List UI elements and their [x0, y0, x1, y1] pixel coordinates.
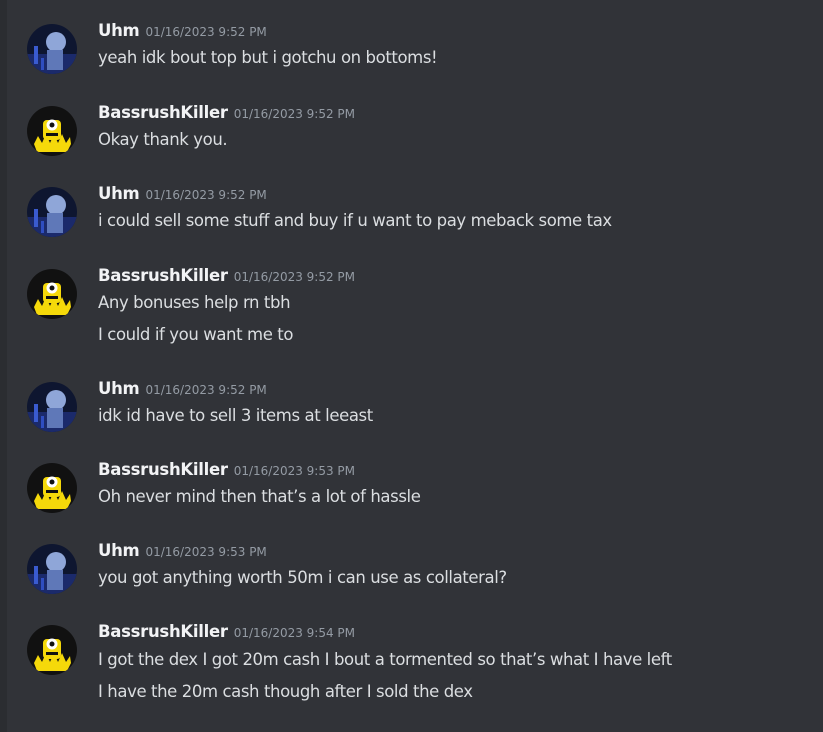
message-list[interactable]: Uhm 01/16/2023 9:52 PM yeah idk bout top …	[7, 0, 823, 732]
message-text: idk id have to sell 3 items at leeast	[98, 406, 373, 425]
user-avatar[interactable]	[27, 106, 77, 156]
user-avatar[interactable]	[27, 187, 77, 237]
message-text: yeah idk bout top but i gotchu on bottom…	[98, 48, 438, 67]
message-text: i could sell some stuff and buy if u wan…	[98, 211, 612, 230]
username[interactable]: BassrushKiller	[98, 460, 228, 479]
message-text: Okay thank you.	[98, 130, 228, 149]
message-header: BassrushKiller 01/16/2023 9:52 PM	[98, 102, 355, 125]
username[interactable]: Uhm	[98, 21, 140, 40]
timestamp[interactable]: 01/16/2023 9:53 PM	[234, 464, 355, 478]
timestamp[interactable]: 01/16/2023 9:53 PM	[145, 545, 266, 559]
username[interactable]: Uhm	[98, 184, 140, 203]
user-avatar[interactable]	[27, 24, 77, 74]
message-text: I could if you want me to	[98, 325, 294, 344]
message-header: Uhm 01/16/2023 9:53 PM	[98, 540, 267, 563]
username[interactable]: BassrushKiller	[98, 266, 228, 285]
message-header: Uhm 01/16/2023 9:52 PM	[98, 20, 267, 43]
message-text: I got the dex I got 20m cash I bout a to…	[98, 650, 672, 669]
message-header: Uhm 01/16/2023 9:52 PM	[98, 183, 267, 206]
timestamp[interactable]: 01/16/2023 9:52 PM	[145, 383, 266, 397]
user-avatar[interactable]	[27, 625, 77, 675]
timestamp[interactable]: 01/16/2023 9:54 PM	[234, 626, 355, 640]
user-avatar[interactable]	[27, 463, 77, 513]
user-avatar[interactable]	[27, 382, 77, 432]
message-header: BassrushKiller 01/16/2023 9:54 PM	[98, 621, 355, 644]
username[interactable]: BassrushKiller	[98, 103, 228, 122]
timestamp[interactable]: 01/16/2023 9:52 PM	[234, 270, 355, 284]
message-text: Oh never mind then that’s a lot of hassl…	[98, 487, 421, 506]
message-header: Uhm 01/16/2023 9:52 PM	[98, 378, 267, 401]
message-text: I have the 20m cash though after I sold …	[98, 682, 473, 701]
timestamp[interactable]: 01/16/2023 9:52 PM	[234, 107, 355, 121]
message-text: Any bonuses help rn tbh	[98, 293, 291, 312]
timestamp[interactable]: 01/16/2023 9:52 PM	[145, 188, 266, 202]
user-avatar[interactable]	[27, 544, 77, 594]
message-header: BassrushKiller 01/16/2023 9:53 PM	[98, 459, 355, 482]
username[interactable]: Uhm	[98, 379, 140, 398]
message-header: BassrushKiller 01/16/2023 9:52 PM	[98, 265, 355, 288]
user-avatar[interactable]	[27, 269, 77, 319]
username[interactable]: BassrushKiller	[98, 622, 228, 641]
timestamp[interactable]: 01/16/2023 9:52 PM	[145, 25, 266, 39]
message-text: you got anything worth 50m i can use as …	[98, 568, 507, 587]
left-edge-divider	[0, 0, 7, 732]
username[interactable]: Uhm	[98, 541, 140, 560]
